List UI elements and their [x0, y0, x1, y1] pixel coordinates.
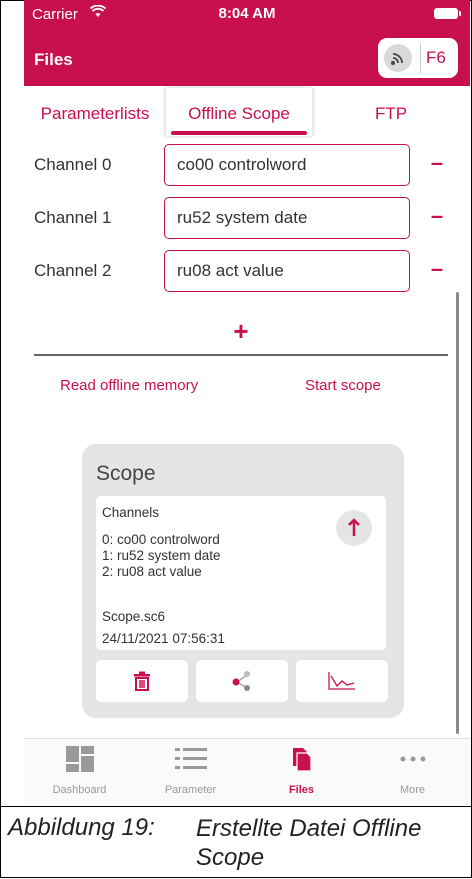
scope-card-title: Scope: [96, 462, 156, 485]
channel-0-field[interactable]: co00 controlword: [164, 144, 410, 186]
tab-more[interactable]: More: [357, 739, 468, 804]
start-scope-button[interactable]: Start scope: [305, 377, 381, 394]
tab-label: Dashboard: [52, 784, 107, 796]
tab-files[interactable]: Files: [246, 739, 357, 804]
scrollbar[interactable]: [456, 292, 459, 734]
channel-1-field[interactable]: ru52 system date: [164, 197, 410, 239]
status-bar: Carrier 8:04 AM: [24, 3, 470, 25]
read-offline-memory-button[interactable]: Read offline memory: [60, 377, 198, 394]
channels-heading: Channels: [102, 505, 160, 520]
channel-row: Channel 0 co00 controlword –: [24, 144, 470, 190]
remove-channel-2-button[interactable]: –: [426, 257, 448, 281]
view-chart-button[interactable]: [296, 660, 388, 702]
battery-icon: [434, 8, 461, 19]
caption-text: Erstellte Datei Offline Scope: [196, 815, 422, 871]
delete-file-button[interactable]: [96, 660, 188, 702]
divider: [34, 354, 448, 356]
scope-filename: Scope.sc6: [102, 609, 166, 624]
channel-label: Channel 1: [34, 208, 112, 227]
dashboard-icon: [24, 745, 135, 773]
phone-screen: Carrier 8:04 AM Files F6 Parameterlists …: [24, 0, 470, 804]
page-title: Files: [34, 50, 73, 69]
scope-file-card: Scope Channels 0: co00 controlword 1: ru…: [82, 444, 404, 718]
scope-file-details: Channels 0: co00 controlword 1: ru52 sys…: [96, 496, 386, 650]
channel-2-field[interactable]: ru08 act value: [164, 250, 410, 292]
channel-entry: 1: ru52 system date: [102, 548, 221, 563]
status-time: 8:04 AM: [218, 5, 276, 22]
trash-icon: [134, 671, 150, 691]
tab-ftp[interactable]: FTP: [312, 88, 470, 136]
upload-button[interactable]: [336, 510, 372, 546]
channel-entry: 0: co00 controlword: [102, 532, 220, 547]
channel-entry: 2: ru08 act value: [102, 564, 202, 579]
list-icon: [135, 745, 246, 773]
share-icon: [232, 671, 250, 691]
bottom-tab-bar: Dashboard Parameter Files More: [24, 738, 470, 804]
tab-dashboard[interactable]: Dashboard: [24, 739, 135, 804]
share-file-button[interactable]: [196, 660, 288, 702]
files-icon: [246, 745, 357, 773]
tab-parameterlists[interactable]: Parameterlists: [24, 88, 166, 136]
arrow-up-icon: [348, 518, 360, 536]
pill-divider: [420, 43, 421, 73]
figure-caption: Abbildung 19: Erstellte Datei Offline Sc…: [0, 806, 472, 879]
tab-label: More: [399, 784, 426, 796]
device-connection-button[interactable]: F6: [378, 38, 458, 78]
tab-label: Files: [288, 784, 315, 796]
remove-channel-1-button[interactable]: –: [426, 204, 448, 228]
more-icon: [357, 745, 468, 773]
tab-selected-indicator: [171, 131, 307, 135]
tab-offline-scope[interactable]: Offline Scope: [166, 88, 312, 136]
caption-label: Abbildung 19:: [8, 814, 155, 841]
remove-channel-0-button[interactable]: –: [426, 151, 448, 175]
add-channel-button[interactable]: +: [228, 318, 254, 344]
app-header: Carrier 8:04 AM Files F6: [24, 0, 470, 86]
channel-label: Channel 0: [34, 155, 112, 174]
device-label: F6: [426, 48, 446, 67]
tab-label: Parameter: [164, 784, 217, 796]
wifi-signal-icon: [384, 44, 412, 72]
tab-bar-top: Parameterlists Offline Scope FTP: [24, 88, 470, 136]
channel-row: Channel 2 ru08 act value –: [24, 250, 470, 296]
channel-row: Channel 1 ru52 system date –: [24, 197, 470, 243]
scope-timestamp: 24/11/2021 07:56:31: [102, 631, 225, 646]
tab-parameter[interactable]: Parameter: [135, 739, 246, 804]
channel-label: Channel 2: [34, 261, 112, 280]
chart-icon: [328, 672, 355, 690]
